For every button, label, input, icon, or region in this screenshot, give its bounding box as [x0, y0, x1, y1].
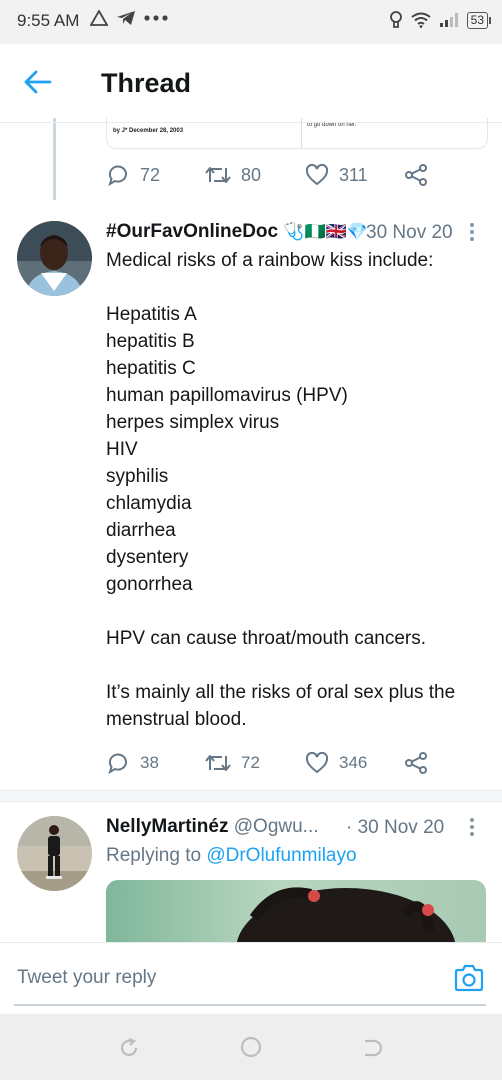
share-icon	[405, 164, 427, 186]
avatar[interactable]	[17, 221, 92, 296]
wifi-icon	[411, 12, 431, 28]
back-button[interactable]	[24, 70, 52, 99]
share-button[interactable]	[404, 163, 428, 187]
signal-icon	[439, 13, 458, 27]
camera-button[interactable]	[454, 964, 484, 997]
thread-connector-line	[53, 118, 56, 200]
camera-icon	[454, 964, 484, 992]
media-image-content	[236, 887, 456, 942]
like-button[interactable]: 346	[305, 751, 404, 775]
avatar-image	[17, 816, 92, 891]
embedded-card-caption: by J* December 28, 2003	[113, 128, 184, 134]
telegram-icon	[117, 11, 135, 25]
like-count: 346	[339, 753, 368, 772]
tweet1-actions: 72 80 311	[106, 163, 428, 187]
share-icon	[405, 752, 427, 774]
retweet-count: 72	[241, 753, 260, 772]
tweet-date: · 30 Nov 20	[346, 817, 445, 838]
reply-icon	[108, 165, 127, 187]
retweet-count: 80	[241, 164, 262, 185]
replying-to: Replying to @DrOlufunmilayo	[106, 845, 357, 867]
tweet-menu-button[interactable]	[470, 818, 474, 839]
reply-count: 38	[140, 753, 159, 772]
replying-to-label: Replying to	[106, 845, 202, 866]
tweet-handle[interactable]: #OurFavOnlineDoc 🩺🇳🇬🇬🇧💎	[106, 221, 368, 243]
alert-icon	[90, 10, 108, 26]
tweet-author[interactable]: NellyMartinéz @Ogwu...	[106, 816, 319, 838]
reply-button[interactable]: 72	[106, 163, 205, 187]
app-bar-divider	[0, 122, 502, 123]
retweet-icon	[205, 755, 231, 771]
reply-button[interactable]: 38	[106, 751, 205, 775]
handle-emojis: 🩺🇳🇬🇬🇧💎	[283, 222, 369, 241]
app-bar: Thread	[0, 44, 502, 124]
replying-to-mention[interactable]: @DrOlufunmilayo	[206, 845, 356, 866]
tweet-menu-button[interactable]	[470, 223, 474, 244]
reply-input[interactable]: Tweet your reply	[17, 967, 156, 989]
share-button[interactable]	[404, 751, 428, 775]
recent-apps-icon[interactable]	[117, 1036, 141, 1060]
heart-icon	[305, 751, 329, 774]
tweet-media-image[interactable]	[106, 880, 486, 942]
back-nav-icon[interactable]	[359, 1036, 383, 1060]
tweet2-actions: 38 72 346	[106, 751, 428, 775]
reply-icon	[108, 753, 127, 775]
avatar[interactable]	[17, 816, 92, 891]
tweet-divider	[0, 790, 502, 802]
tweet-author-name: #OurFavOnlineDoc	[106, 221, 279, 242]
heart-icon	[305, 163, 329, 186]
reply-input-underline	[14, 1004, 486, 1006]
retweet-button[interactable]: 72	[205, 751, 305, 775]
status-time: 9:55 AM	[17, 11, 80, 30]
status-bar: 9:55 AM 53	[0, 0, 502, 44]
status-system-icons: 53	[389, 11, 492, 29]
battery-indicator: 53	[466, 11, 492, 29]
retweet-icon	[205, 167, 231, 183]
home-icon[interactable]	[239, 1035, 263, 1059]
like-button[interactable]: 311	[305, 163, 404, 187]
arrow-left-icon	[24, 70, 52, 94]
more-notifications-icon	[144, 15, 168, 21]
status-notification-icons	[90, 10, 168, 26]
reply-bar: Tweet your reply	[0, 942, 502, 1015]
tweet-author-name: NellyMartinéz	[106, 816, 229, 837]
avatar-image	[17, 221, 92, 296]
page-title: Thread	[101, 68, 192, 98]
tweet-author-username: @Ogwu...	[233, 816, 319, 837]
like-count: 311	[339, 164, 368, 185]
retweet-button[interactable]: 80	[205, 163, 305, 187]
tweet-date: 30 Nov 20	[366, 222, 453, 243]
reply-count: 72	[140, 164, 161, 185]
system-nav-bar	[0, 1014, 502, 1080]
tweet-body-text: Medical risks of a rainbow kiss include:…	[106, 250, 456, 730]
bulb-icon	[389, 11, 402, 28]
